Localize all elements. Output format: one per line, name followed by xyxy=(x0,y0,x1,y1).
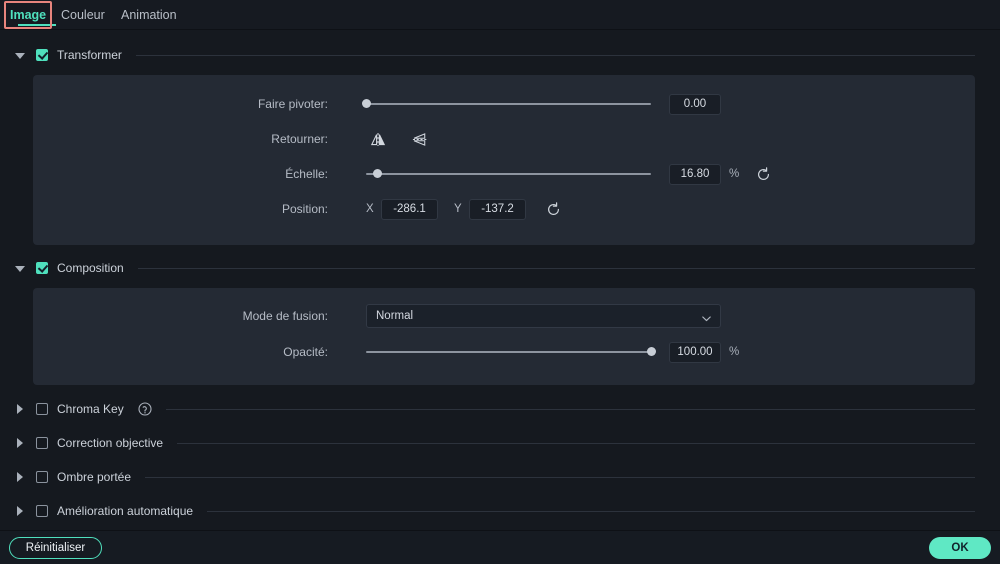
composition-label: Composition xyxy=(57,261,124,275)
tab-animation-label: Animation xyxy=(121,8,177,22)
transformer-label: Transformer xyxy=(57,48,122,62)
flip-label: Retourner: xyxy=(271,132,328,146)
opacity-slider-track xyxy=(366,351,651,353)
scale-value-field[interactable]: 16.80 xyxy=(669,163,721,185)
row-rotate: Faire pivoter: 0.00 xyxy=(33,93,975,115)
section-header-chroma-key[interactable]: Chroma Key xyxy=(0,398,1000,420)
chevron-right-icon[interactable] xyxy=(14,505,26,517)
composition-checkbox[interactable] xyxy=(36,262,48,274)
transformer-panel: Faire pivoter: 0.00 Retourner: Échelle: … xyxy=(33,75,975,245)
scale-label: Échelle: xyxy=(285,167,328,181)
opacity-unit: % xyxy=(729,346,740,358)
ok-button[interactable]: OK xyxy=(929,537,991,559)
rotate-slider-track xyxy=(366,103,651,105)
row-flip: Retourner: xyxy=(33,128,975,150)
chroma-key-label: Chroma Key xyxy=(57,402,124,416)
tab-image-label: Image xyxy=(10,8,47,22)
blend-mode-label: Mode de fusion: xyxy=(242,309,328,323)
image-properties-panel: Image Couleur Animation Transformer Fair… xyxy=(0,0,1000,564)
tab-bar: Image Couleur Animation xyxy=(0,0,1000,30)
section-header-transformer[interactable]: Transformer xyxy=(0,44,1000,66)
position-reset-icon[interactable] xyxy=(544,200,562,218)
section-header-composition[interactable]: Composition xyxy=(0,257,1000,279)
rotate-slider-handle[interactable] xyxy=(362,99,371,108)
rotate-label: Faire pivoter: xyxy=(257,97,328,111)
position-x-axis-label: X xyxy=(366,203,374,215)
tab-animation[interactable]: Animation xyxy=(121,0,177,30)
transformer-checkbox[interactable] xyxy=(36,49,48,61)
reset-button[interactable]: Réinitialiser xyxy=(9,537,102,559)
row-position: Position: X -286.1 Y -137.2 xyxy=(33,198,975,220)
divider xyxy=(177,442,975,444)
lens-correction-label: Correction objective xyxy=(57,436,164,450)
position-y-axis-label: Y xyxy=(454,203,462,215)
row-blend-mode: Mode de fusion: Normal xyxy=(33,304,975,328)
chevron-down-icon xyxy=(702,313,711,325)
scale-slider[interactable] xyxy=(366,168,651,180)
auto-enhance-checkbox[interactable] xyxy=(36,505,48,517)
position-x-field[interactable]: -286.1 xyxy=(381,198,438,220)
opacity-slider[interactable] xyxy=(366,346,656,358)
section-header-lens-correction[interactable]: Correction objective xyxy=(0,432,1000,454)
chevron-right-icon[interactable] xyxy=(14,471,26,483)
chevron-down-icon[interactable] xyxy=(14,262,26,274)
scale-slider-track xyxy=(366,173,651,175)
tab-active-underline xyxy=(18,24,56,26)
flip-vertical-icon[interactable] xyxy=(411,130,429,148)
rotate-value-field[interactable]: 0.00 xyxy=(669,93,721,115)
scale-reset-icon[interactable] xyxy=(754,165,772,183)
scale-unit: % xyxy=(729,168,740,180)
help-circle-icon[interactable] xyxy=(138,402,152,416)
lens-correction-checkbox[interactable] xyxy=(36,437,48,449)
drop-shadow-checkbox[interactable] xyxy=(36,471,48,483)
tab-couleur-label: Couleur xyxy=(61,8,105,22)
row-opacity: Opacité: 100.00 % xyxy=(33,341,975,363)
auto-enhance-label: Amélioration automatique xyxy=(57,504,194,518)
rotate-slider[interactable] xyxy=(362,98,651,110)
drop-shadow-label: Ombre portée xyxy=(57,470,132,484)
divider xyxy=(207,510,975,512)
opacity-label: Opacité: xyxy=(283,345,328,359)
chevron-right-icon[interactable] xyxy=(14,437,26,449)
opacity-slider-handle[interactable] xyxy=(647,347,656,356)
tab-image[interactable]: Image xyxy=(10,0,56,30)
divider xyxy=(145,476,975,478)
composition-panel: Mode de fusion: Normal Opacité: 100.00 % xyxy=(33,288,975,385)
blend-mode-select[interactable]: Normal xyxy=(366,304,721,328)
tab-couleur[interactable]: Couleur xyxy=(61,0,105,30)
footer-bar: Réinitialiser OK xyxy=(0,530,1000,564)
opacity-value-field[interactable]: 100.00 xyxy=(669,341,721,363)
blend-mode-value: Normal xyxy=(376,310,414,322)
divider xyxy=(135,54,975,56)
section-header-auto-enhance[interactable]: Amélioration automatique xyxy=(0,500,1000,522)
section-header-drop-shadow[interactable]: Ombre portée xyxy=(0,466,1000,488)
divider xyxy=(137,267,975,269)
divider xyxy=(165,408,975,410)
chevron-right-icon[interactable] xyxy=(14,403,26,415)
position-label: Position: xyxy=(281,202,328,216)
flip-horizontal-icon[interactable] xyxy=(369,130,387,148)
position-y-field[interactable]: -137.2 xyxy=(469,198,526,220)
scale-slider-handle[interactable] xyxy=(373,169,383,178)
chevron-down-icon[interactable] xyxy=(14,49,26,61)
row-scale: Échelle: 16.80 % xyxy=(33,163,975,185)
chroma-key-checkbox[interactable] xyxy=(36,403,48,415)
